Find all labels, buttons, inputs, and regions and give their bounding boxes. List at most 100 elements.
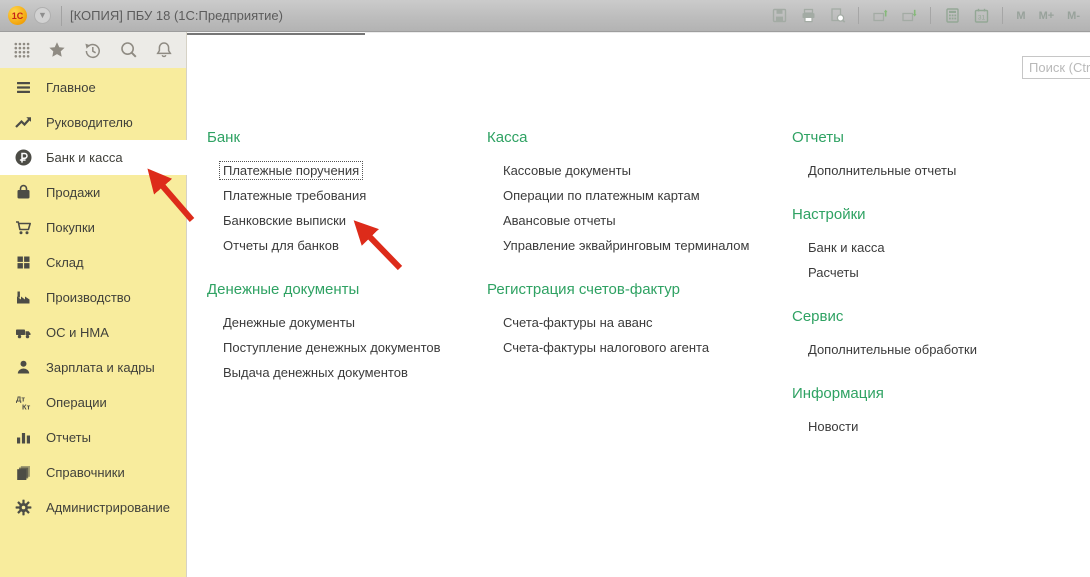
svg-text:31: 31	[978, 15, 986, 22]
menu-item-platezhnye-trebovaniya[interactable]: Платежные требования	[207, 183, 487, 208]
sidebar-item-pokupki[interactable]: Покупки	[0, 210, 186, 245]
memory-m-plus-button[interactable]: M+	[1037, 10, 1057, 22]
toolbar-divider	[930, 7, 931, 24]
save-button[interactable]	[769, 6, 789, 26]
section-title: Регистрация счетов-фактур	[487, 280, 767, 300]
section-title: Настройки	[792, 205, 1072, 225]
menu-section-bank: Банк Платежные поручения Платежные требо…	[207, 128, 487, 258]
ruble-circle-icon	[13, 148, 33, 167]
section-title: Касса	[487, 128, 767, 148]
menu-item-postuplenie-denezhnyh-dokumentov[interactable]: Поступление денежных документов	[207, 335, 487, 360]
menu-section-informaciya: Информация Новости	[792, 384, 1072, 439]
toolbar-divider	[1002, 7, 1003, 24]
menu-section-registraciya-schetov-faktur: Регистрация счетов-фактур Счета-фактуры …	[487, 280, 767, 360]
sidebar-item-rukovoditelyu[interactable]: Руководителю	[0, 105, 186, 140]
menu-item-avansovye-otchety[interactable]: Авансовые отчеты	[487, 208, 767, 233]
sidebar-item-zarplata-i-kadry[interactable]: Зарплата и кадры	[0, 350, 186, 385]
menu-section-kassa: Касса Кассовые документы Операции по пла…	[487, 128, 767, 258]
sidebar-item-operacii[interactable]: Дт Кт Операции	[0, 385, 186, 420]
notifications-button[interactable]	[154, 40, 174, 60]
menu-item-vydacha-denezhnyh-dokumentov[interactable]: Выдача денежных документов	[207, 360, 487, 385]
sidebar-item-administrirovanie[interactable]: Администрирование	[0, 490, 186, 525]
send-button[interactable]	[870, 6, 890, 26]
memory-m-button[interactable]: M	[1014, 10, 1027, 22]
menu-item-novosti[interactable]: Новости	[792, 414, 1072, 439]
search-input[interactable]	[1022, 56, 1090, 79]
search-icon	[119, 40, 139, 60]
menu-section-servis: Сервис Дополнительные обработки	[792, 307, 1072, 362]
boxes-icon	[13, 253, 33, 272]
sidebar-item-label: Продажи	[46, 185, 100, 200]
sidebar-item-label: Главное	[46, 80, 96, 95]
titlebar-separator	[61, 6, 62, 26]
search-button[interactable]	[119, 40, 139, 60]
svg-text:Кт: Кт	[22, 403, 31, 412]
active-tab-indicator[interactable]	[187, 32, 365, 35]
sidebar-item-label: Администрирование	[46, 500, 170, 515]
sidebar-item-label: Банк и касса	[46, 150, 123, 165]
section-function-panel: Банк Платежные поручения Платежные требо…	[187, 32, 1090, 577]
bag-icon	[13, 183, 33, 202]
menu-item-bankovskie-vypiski[interactable]: Банковские выписки	[207, 208, 487, 233]
main-menu-button[interactable]: ▼	[34, 7, 51, 24]
dt-kt-icon: Дт Кт	[13, 393, 33, 412]
sidebar-item-label: ОС и НМА	[46, 325, 109, 340]
menu-item-platezhnye-porucheniya[interactable]: Платежные поручения	[207, 158, 487, 183]
menu-item-upravlenie-ekvayringovym-terminalom[interactable]: Управление эквайринговым терминалом	[487, 233, 767, 258]
calendar-button[interactable]: 31	[971, 6, 991, 26]
menu-item-dopolnitelnye-otchety[interactable]: Дополнительные отчеты	[792, 158, 1072, 183]
titlebar-toolbar: 31 M M+ M-	[769, 6, 1090, 26]
sidebar-item-label: Склад	[46, 255, 84, 270]
section-title: Отчеты	[792, 128, 1072, 148]
history-button[interactable]	[82, 40, 103, 61]
sidebar-item-label: Отчеты	[46, 430, 91, 445]
hamburger-icon	[13, 78, 33, 97]
sidebar-item-label: Руководителю	[46, 115, 133, 130]
menu-section-nastroyki: Настройки Банк и касса Расчеты	[792, 205, 1072, 285]
person-icon	[13, 358, 33, 377]
menu-item-scheta-faktury-nalogovogo-agenta[interactable]: Счета-фактуры налогового агента	[487, 335, 767, 360]
sidebar-item-label: Производство	[46, 290, 131, 305]
cart-icon	[13, 218, 33, 237]
print-preview-button[interactable]	[827, 6, 847, 26]
grid-dots-icon	[12, 40, 32, 60]
menu-item-dopolnitelnye-obrabotki[interactable]: Дополнительные обработки	[792, 337, 1072, 362]
sidebar-item-label: Покупки	[46, 220, 95, 235]
sidebar-item-prodazhi[interactable]: Продажи	[0, 175, 186, 210]
favorites-button[interactable]	[47, 40, 67, 60]
sidebar-item-sklad[interactable]: Склад	[0, 245, 186, 280]
sections-grid-button[interactable]	[12, 40, 32, 60]
toolbar-divider	[858, 7, 859, 24]
save-icon	[771, 7, 788, 24]
menu-column-kassa: Касса Кассовые документы Операции по пла…	[487, 128, 767, 382]
sidebar-item-glavnoe[interactable]: Главное	[0, 70, 186, 105]
sidebar-item-label: Зарплата и кадры	[46, 360, 155, 375]
menu-column-service: Отчеты Дополнительные отчеты Настройки Б…	[792, 128, 1072, 461]
menu-item-bank-i-kassa-settings[interactable]: Банк и касса	[792, 235, 1072, 260]
sidebar-item-label: Справочники	[46, 465, 125, 480]
calculator-button[interactable]	[942, 6, 962, 26]
menu-item-raschety[interactable]: Расчеты	[792, 260, 1072, 285]
menu-item-scheta-faktury-na-avans[interactable]: Счета-фактуры на аванс	[487, 310, 767, 335]
menu-item-operacii-po-platezhnym-kartam[interactable]: Операции по платежным картам	[487, 183, 767, 208]
bar-chart-icon	[13, 428, 33, 447]
sidebar-item-otchety[interactable]: Отчеты	[0, 420, 186, 455]
menu-section-otchety: Отчеты Дополнительные отчеты	[792, 128, 1072, 183]
section-title: Сервис	[792, 307, 1072, 327]
sidebar-item-os-i-nma[interactable]: ОС и НМА	[0, 315, 186, 350]
sidebar-item-spravochniki[interactable]: Справочники	[0, 455, 186, 490]
section-sidebar: Главное Руководителю Банк и касса Продаж…	[0, 68, 187, 577]
truck-icon	[13, 323, 33, 342]
gear-icon	[13, 498, 33, 517]
calculator-icon	[944, 7, 961, 24]
sidebar-item-proizvodstvo[interactable]: Производство	[0, 280, 186, 315]
menu-item-kassovye-dokumenty[interactable]: Кассовые документы	[487, 158, 767, 183]
print-button[interactable]	[798, 6, 818, 26]
menu-item-denezhnye-dokumenty[interactable]: Денежные документы	[207, 310, 487, 335]
star-icon	[47, 40, 67, 60]
1c-logo-icon: 1С	[8, 6, 27, 25]
menu-item-otchety-dlya-bankov[interactable]: Отчеты для банков	[207, 233, 487, 258]
sidebar-item-bank-i-kassa[interactable]: Банк и касса	[0, 140, 187, 175]
memory-m-minus-button[interactable]: M-	[1065, 10, 1082, 22]
receive-button[interactable]	[899, 6, 919, 26]
